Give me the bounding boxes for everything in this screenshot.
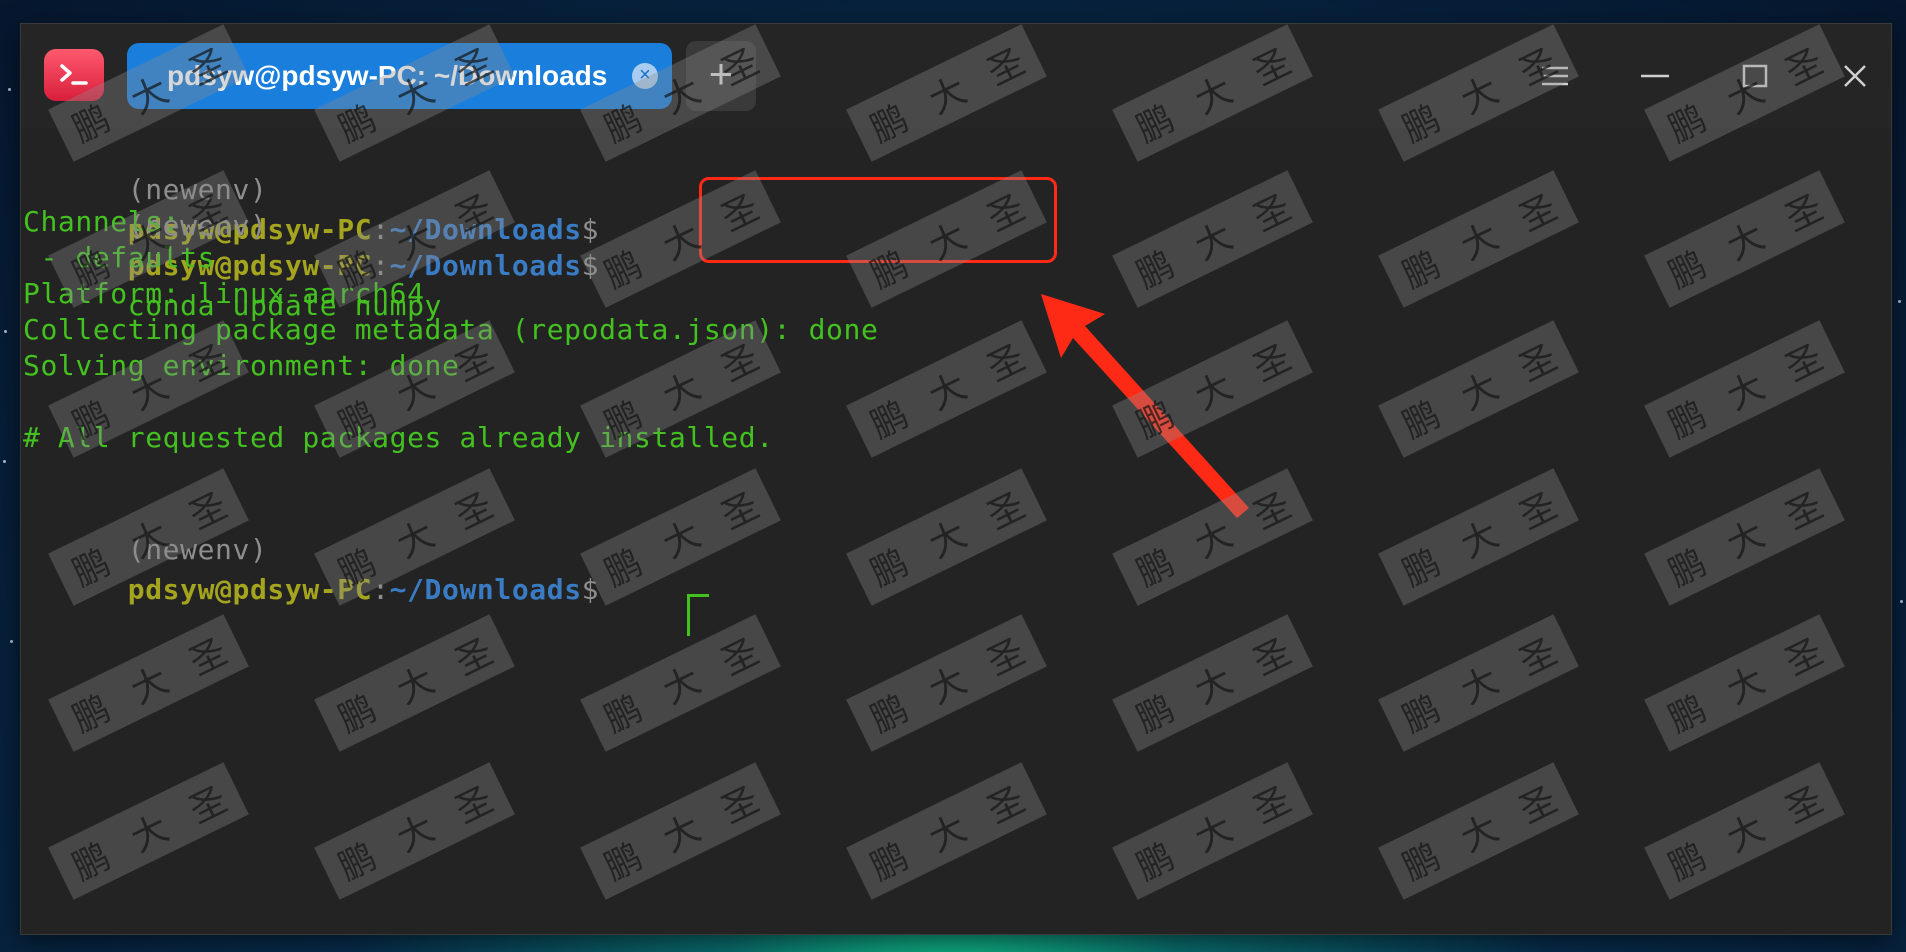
text-cursor	[687, 594, 709, 636]
annotation-highlight-box	[699, 177, 1057, 263]
output-line: Platform: linux-aarch64	[23, 277, 425, 310]
prompt-line: (newenv) pdsyw@pdsyw-PC:~/Downloads$	[23, 490, 599, 606]
prompt-line: (newenv) pdsyw@pdsyw-PC:~/Downloads$	[23, 130, 599, 246]
title-bar: pdsyw@pdsyw-PC: ~/Downloads × +	[21, 24, 1891, 128]
annotation-arrow-icon	[1041, 294, 1249, 518]
close-icon[interactable]	[1833, 54, 1877, 98]
tab-close-icon[interactable]: ×	[632, 63, 658, 89]
prompt-user: pdsyw@pdsyw-PC	[127, 573, 373, 606]
output-line: Channels:	[23, 205, 181, 238]
tab-title: pdsyw@pdsyw-PC: ~/Downloads	[167, 60, 608, 91]
terminal-window: pdsyw@pdsyw-PC: ~/Downloads × + (newenv)…	[21, 24, 1891, 934]
command-line: (newenv) pdsyw@pdsyw-PC:~/Downloads$ con…	[23, 166, 599, 322]
prompt-path: ~/Downloads	[389, 213, 582, 246]
prompt-env: (newenv)	[127, 533, 268, 566]
terminal-app-icon[interactable]	[44, 49, 104, 101]
prompt-symbol: $	[581, 573, 600, 606]
output-line: - defaults	[23, 241, 216, 274]
prompt-separator: :	[372, 573, 390, 606]
menu-icon[interactable]	[1533, 54, 1577, 98]
prompt-separator: :	[372, 213, 390, 246]
output-line: Solving environment: done	[23, 349, 460, 382]
tab-terminal[interactable]: pdsyw@pdsyw-PC: ~/Downloads ×	[127, 43, 672, 109]
output-line: Collecting package metadata (repodata.js…	[23, 313, 879, 346]
maximize-icon[interactable]	[1733, 54, 1777, 98]
minimize-icon[interactable]	[1633, 54, 1677, 98]
prompt-path: ~/Downloads	[389, 573, 582, 606]
prompt-symbol: $	[581, 249, 600, 282]
prompt-symbol: $	[581, 213, 600, 246]
output-line: # All requested packages already install…	[23, 421, 774, 454]
new-tab-button[interactable]: +	[686, 41, 756, 111]
